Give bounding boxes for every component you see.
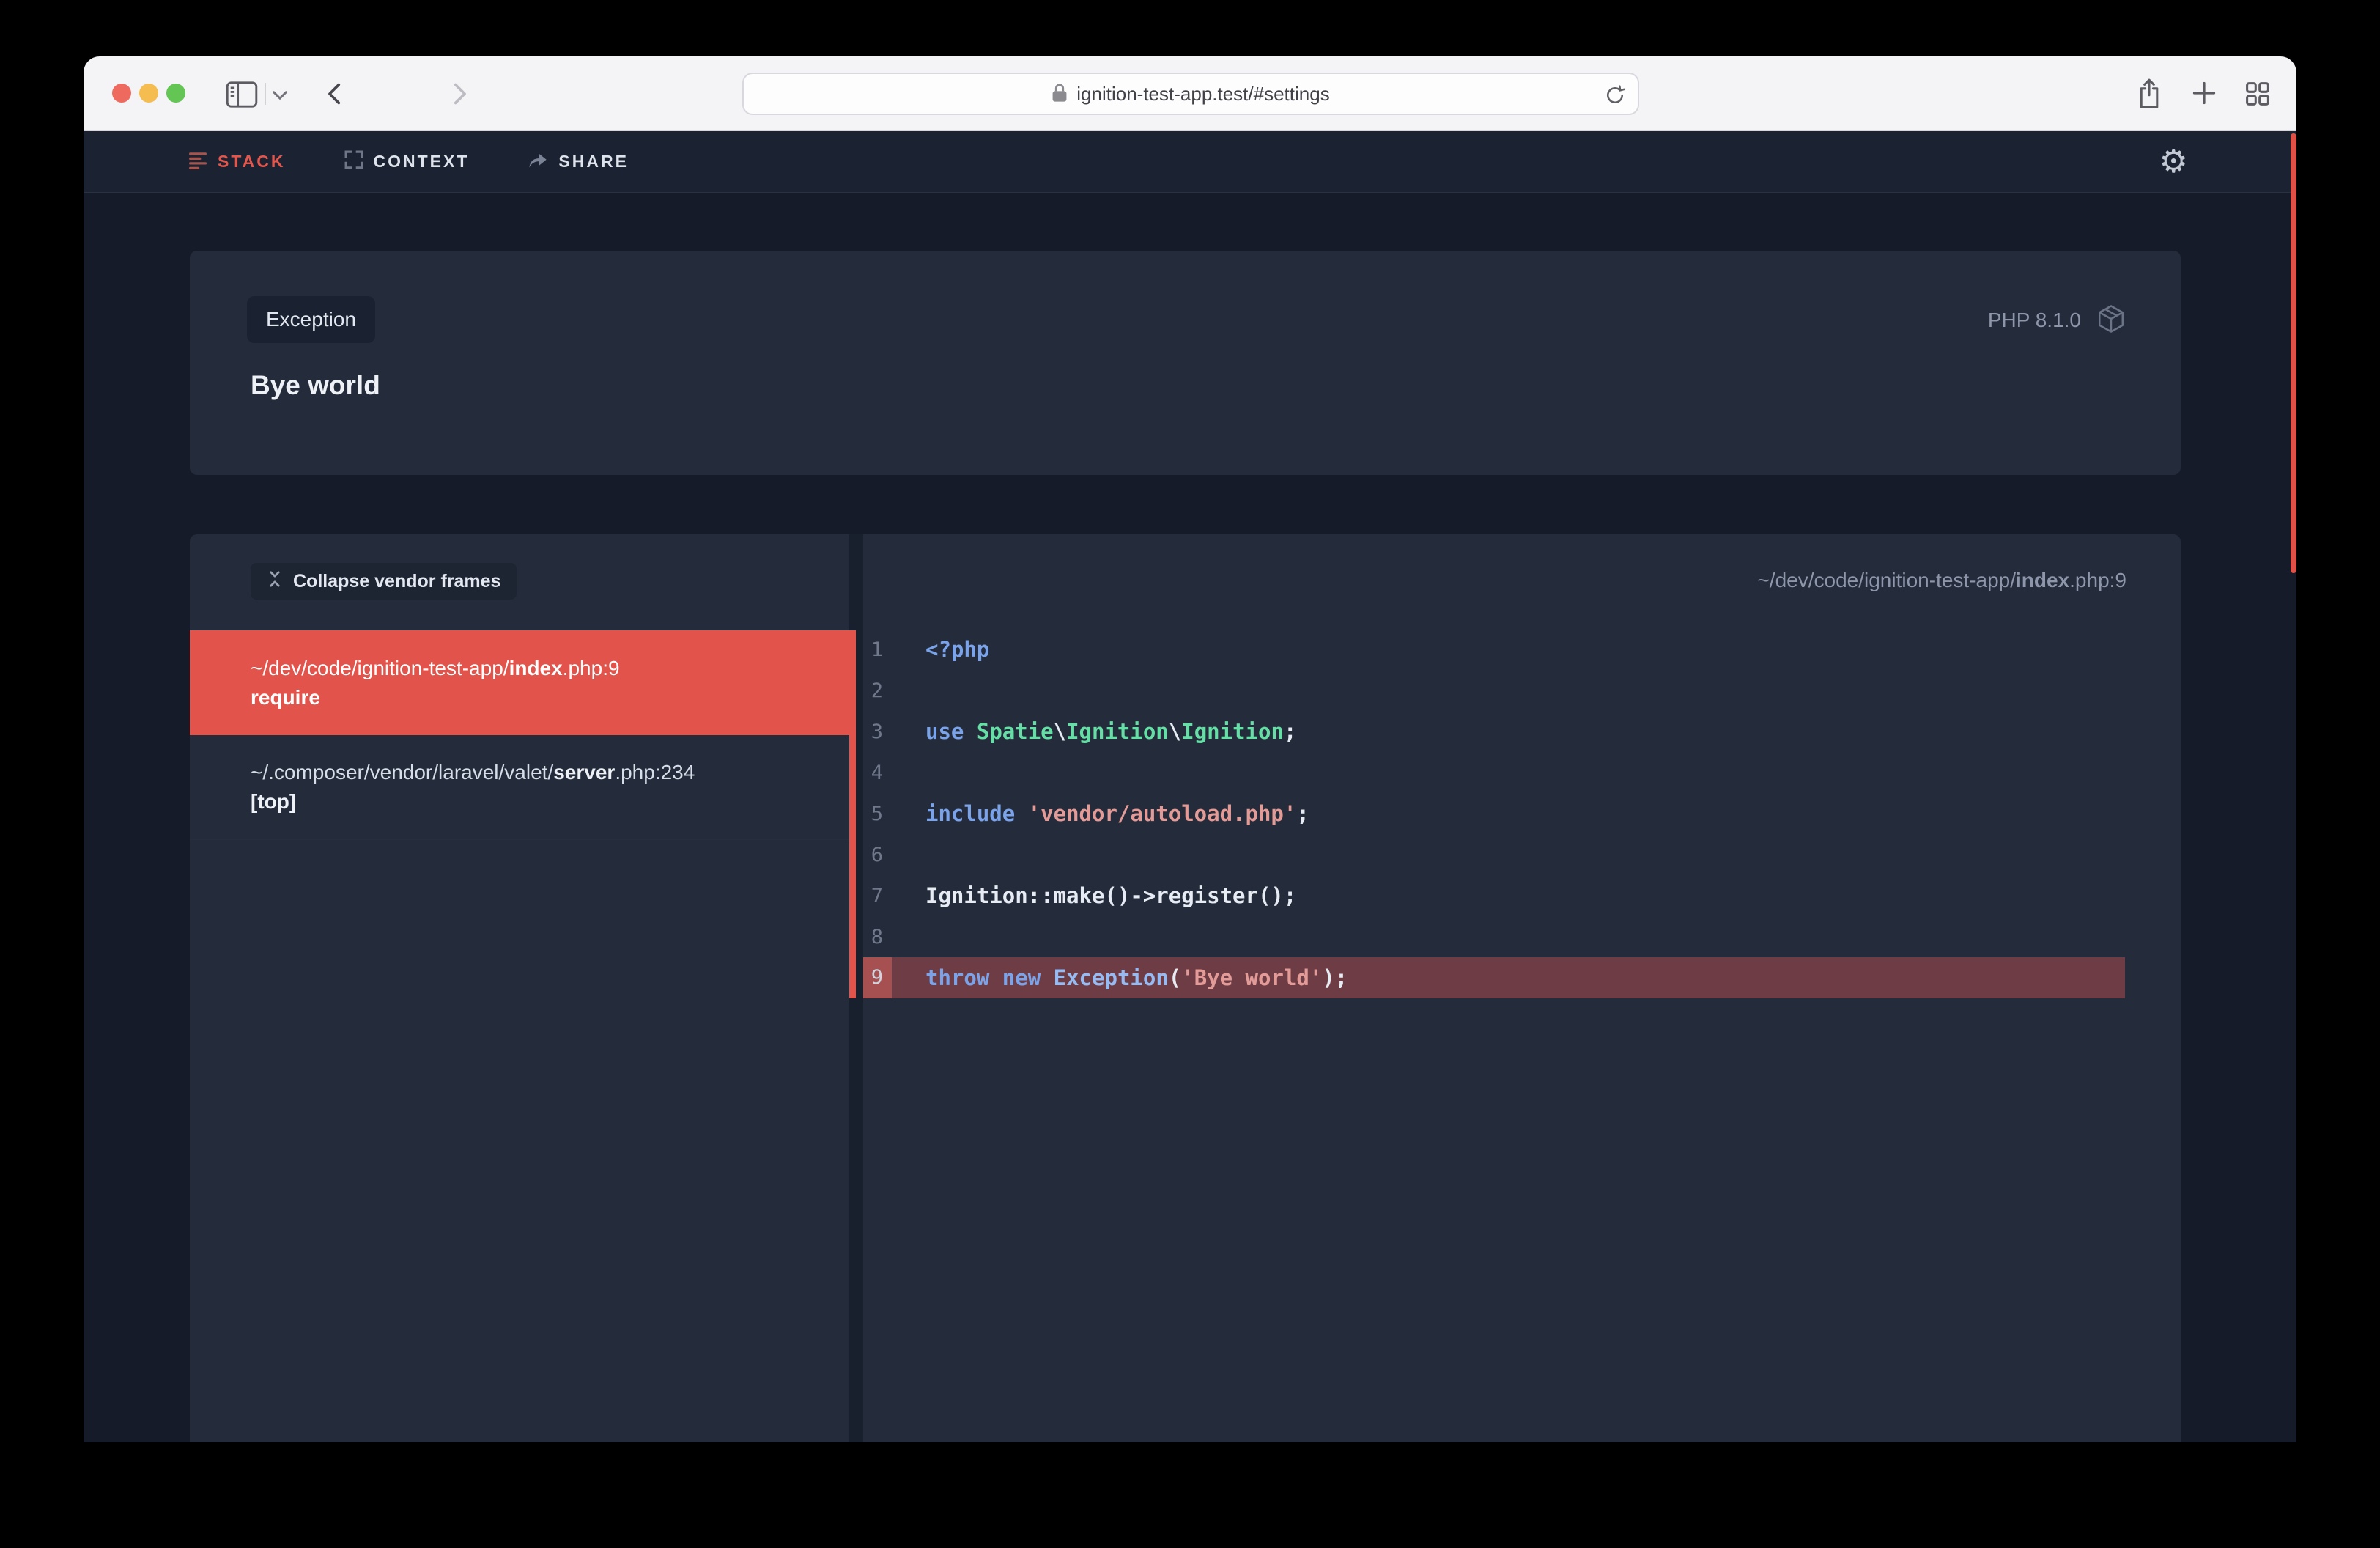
share-arrow-icon <box>528 150 548 174</box>
code-text: throw new Exception('Bye world'); <box>892 965 1348 990</box>
ignition-nav: STACK CONTEXT SHARE ⚙ <box>84 131 2296 194</box>
code-line: 7Ignition::make()->register(); <box>863 875 2125 916</box>
code-line: 4 <box>863 752 2125 793</box>
tab-context-label: CONTEXT <box>374 152 470 172</box>
exception-card: Exception Bye world PHP 8.1.0 <box>190 251 2181 475</box>
page-scrollbar[interactable] <box>2291 133 2296 573</box>
exception-message: Bye world <box>251 370 380 401</box>
tab-share[interactable]: SHARE <box>528 150 629 174</box>
code-file-path: ~/dev/code/ignition-test-app/index.php:9 <box>1757 569 2126 592</box>
line-number: 5 <box>863 803 892 825</box>
code-line: 1<?php <box>863 629 2125 670</box>
sidebar-icon[interactable] <box>226 81 258 108</box>
stack-frame[interactable]: ~/.composer/vendor/laravel/valet/server.… <box>190 735 849 840</box>
tab-stack-label: STACK <box>218 152 286 172</box>
code-text: Ignition::make()->register(); <box>892 883 1296 908</box>
line-number: 7 <box>863 885 892 907</box>
line-number: 3 <box>863 720 892 743</box>
code-editor: 1<?php23use Spatie\Ignition\Ignition;45i… <box>863 629 2125 998</box>
php-version: PHP 8.1.0 <box>1988 309 2081 332</box>
toolbar-divider <box>265 83 266 105</box>
stack-frames: ~/dev/code/ignition-test-app/index.php:9… <box>190 630 849 840</box>
minimize-button[interactable] <box>139 84 158 103</box>
browser-toolbar: ignition-test-app.test/#settings <box>84 56 2296 131</box>
code-line: 5include 'vendor/autoload.php'; <box>863 793 2125 834</box>
line-number: 2 <box>863 679 892 702</box>
frame-method: [top] <box>251 790 849 814</box>
chevron-down-icon[interactable] <box>273 90 287 100</box>
share-page-icon[interactable] <box>2136 77 2162 111</box>
code-panel: ~/dev/code/ignition-test-app/index.php:9… <box>863 534 2181 1442</box>
url-text: ignition-test-app.test/#settings <box>1076 83 1329 106</box>
line-number: 9 <box>863 957 892 998</box>
collapse-label: Collapse vendor frames <box>293 571 500 592</box>
tab-share-label: SHARE <box>558 152 629 172</box>
collapse-icon <box>267 570 283 594</box>
stack-frame[interactable]: ~/dev/code/ignition-test-app/index.php:9… <box>190 630 849 735</box>
new-tab-icon[interactable] <box>2191 80 2217 106</box>
trace-card: Collapse vendor frames ~/dev/code/igniti… <box>190 534 2181 1442</box>
line-number: 1 <box>863 638 892 661</box>
code-text: include 'vendor/autoload.php'; <box>892 801 1309 826</box>
active-frame-indicator <box>849 630 856 998</box>
back-button[interactable] <box>324 82 346 106</box>
tab-overview-icon[interactable] <box>2244 81 2271 107</box>
tab-stack[interactable]: STACK <box>188 150 286 174</box>
code-line: 3use Spatie\Ignition\Ignition; <box>863 711 2125 752</box>
lock-icon <box>1052 81 1068 107</box>
zoom-button[interactable] <box>166 84 185 103</box>
frame-path: ~/.composer/vendor/laravel/valet/server.… <box>251 761 849 784</box>
code-line: 9throw new Exception('Bye world'); <box>863 957 2125 998</box>
browser-window: ignition-test-app.test/#settings <box>84 56 2296 1442</box>
close-button[interactable] <box>112 84 131 103</box>
gear-icon[interactable]: ⚙ <box>2159 131 2188 192</box>
panel-divider <box>849 534 863 1442</box>
code-line: 6 <box>863 834 2125 875</box>
tab-context[interactable]: CONTEXT <box>344 150 470 174</box>
context-brackets-icon <box>344 150 363 174</box>
collapse-vendor-frames-button[interactable]: Collapse vendor frames <box>251 563 517 600</box>
line-number: 8 <box>863 926 892 948</box>
forward-button[interactable] <box>448 82 470 106</box>
reload-icon[interactable] <box>1604 84 1626 111</box>
stack-panel: Collapse vendor frames ~/dev/code/igniti… <box>190 534 849 1442</box>
frame-method: require <box>251 686 849 710</box>
code-line: 8 <box>863 916 2125 957</box>
code-text: <?php <box>892 637 989 662</box>
stack-lines-icon <box>188 150 207 174</box>
exception-type-badge: Exception <box>247 296 375 343</box>
code-text: use Spatie\Ignition\Ignition; <box>892 719 1296 744</box>
frame-path: ~/dev/code/ignition-test-app/index.php:9 <box>251 657 849 680</box>
line-number: 6 <box>863 844 892 866</box>
address-bar[interactable]: ignition-test-app.test/#settings <box>742 73 1639 115</box>
code-line: 2 <box>863 670 2125 711</box>
laravel-icon <box>2096 303 2126 338</box>
php-version-row: PHP 8.1.0 <box>1988 304 2126 336</box>
line-number: 4 <box>863 762 892 784</box>
